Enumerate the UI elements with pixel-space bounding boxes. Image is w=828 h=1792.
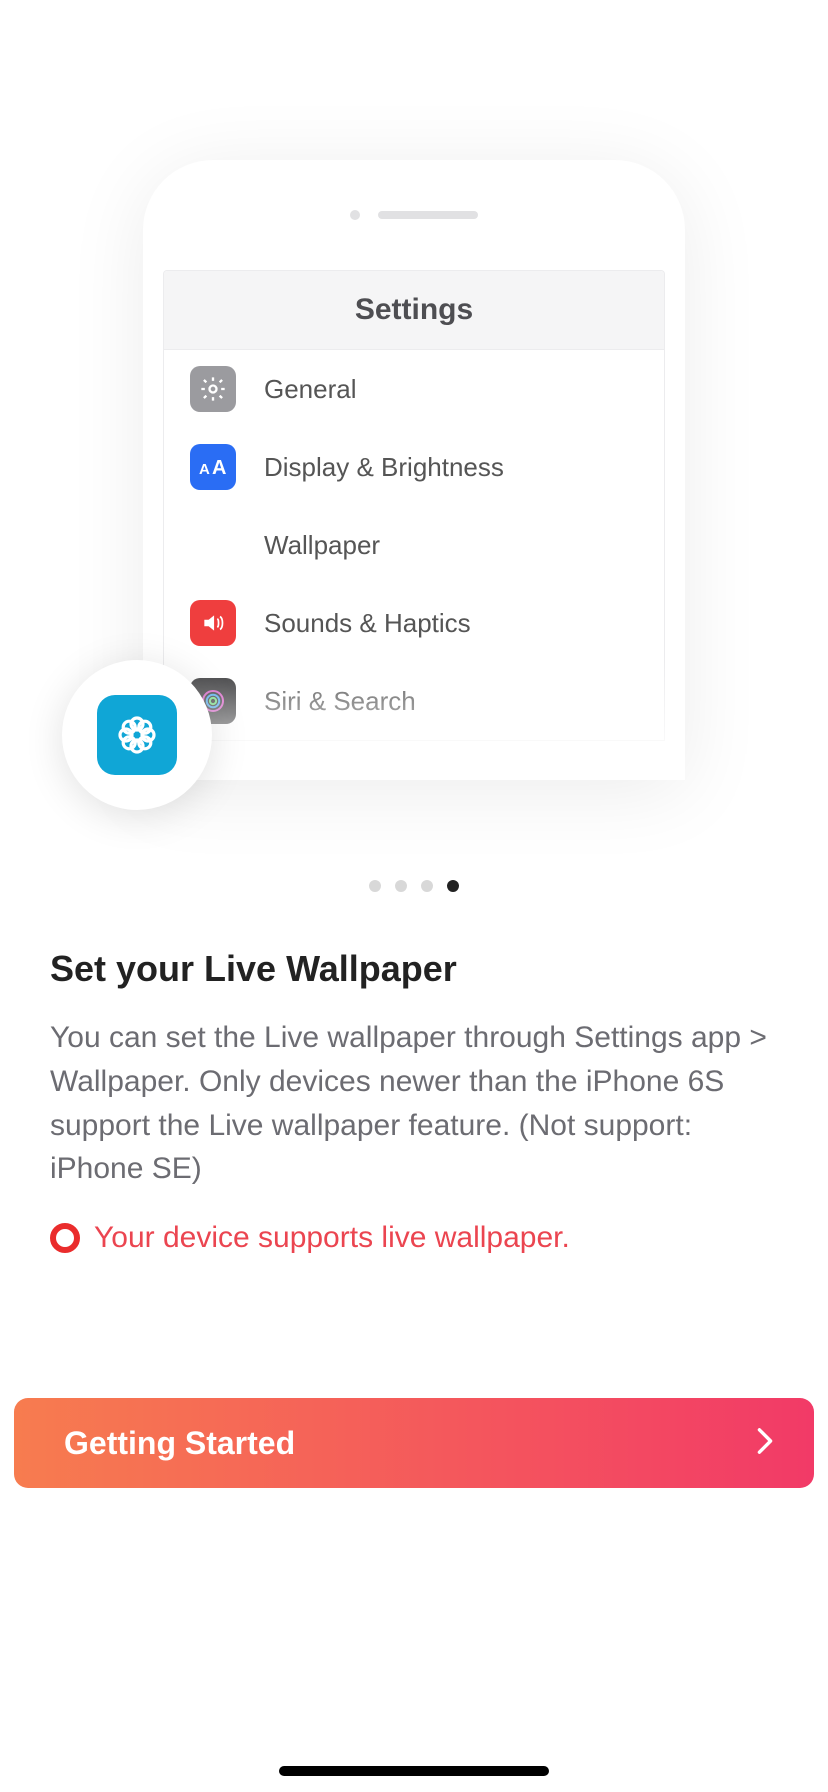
settings-row-wallpaper: Wallpaper <box>164 506 664 584</box>
text-size-icon: AA <box>190 444 236 490</box>
phone-mockup: Settings General AA Display & Brightness… <box>143 160 685 780</box>
settings-header: Settings <box>164 271 664 350</box>
settings-row-display: AA Display & Brightness <box>164 428 664 506</box>
camera-dot-icon <box>350 210 360 220</box>
settings-row-label: Wallpaper <box>264 530 380 561</box>
svg-text:A: A <box>212 457 226 479</box>
support-status-text: Your device supports live wallpaper. <box>94 1221 570 1255</box>
content-block: Set your Live Wallpaper You can set the … <box>50 948 778 1255</box>
ring-icon <box>50 1223 80 1253</box>
support-status: Your device supports live wallpaper. <box>50 1221 778 1255</box>
page-title: Set your Live Wallpaper <box>50 948 778 990</box>
settings-row-label: Sounds & Haptics <box>264 608 471 639</box>
settings-row-label: General <box>264 374 357 405</box>
onboarding-illustration: Settings General AA Display & Brightness… <box>0 160 828 840</box>
page-dot <box>421 880 433 892</box>
settings-row-label: Siri & Search <box>264 686 416 717</box>
page-dot <box>395 880 407 892</box>
cta-label: Getting Started <box>64 1425 295 1462</box>
settings-row-label: Display & Brightness <box>264 452 504 483</box>
page-description: You can set the Live wallpaper through S… <box>50 1016 778 1191</box>
speaker-icon <box>190 600 236 646</box>
phone-top-hardware <box>143 160 685 270</box>
getting-started-button[interactable]: Getting Started <box>14 1398 814 1488</box>
page-indicator <box>0 880 828 892</box>
svg-text:A: A <box>199 461 210 478</box>
wallpaper-highlight-bubble <box>62 660 212 810</box>
settings-row-general: General <box>164 350 664 428</box>
wallpaper-icon <box>97 695 177 775</box>
home-indicator <box>279 1766 549 1776</box>
gear-icon <box>190 366 236 412</box>
settings-row-siri: Siri & Search <box>164 662 664 740</box>
chevron-right-icon <box>756 1427 774 1460</box>
settings-list: Settings General AA Display & Brightness… <box>163 270 665 741</box>
settings-row-sounds: Sounds & Haptics <box>164 584 664 662</box>
page-dot <box>369 880 381 892</box>
speaker-slot-icon <box>378 211 478 219</box>
page-dot-active <box>447 880 459 892</box>
